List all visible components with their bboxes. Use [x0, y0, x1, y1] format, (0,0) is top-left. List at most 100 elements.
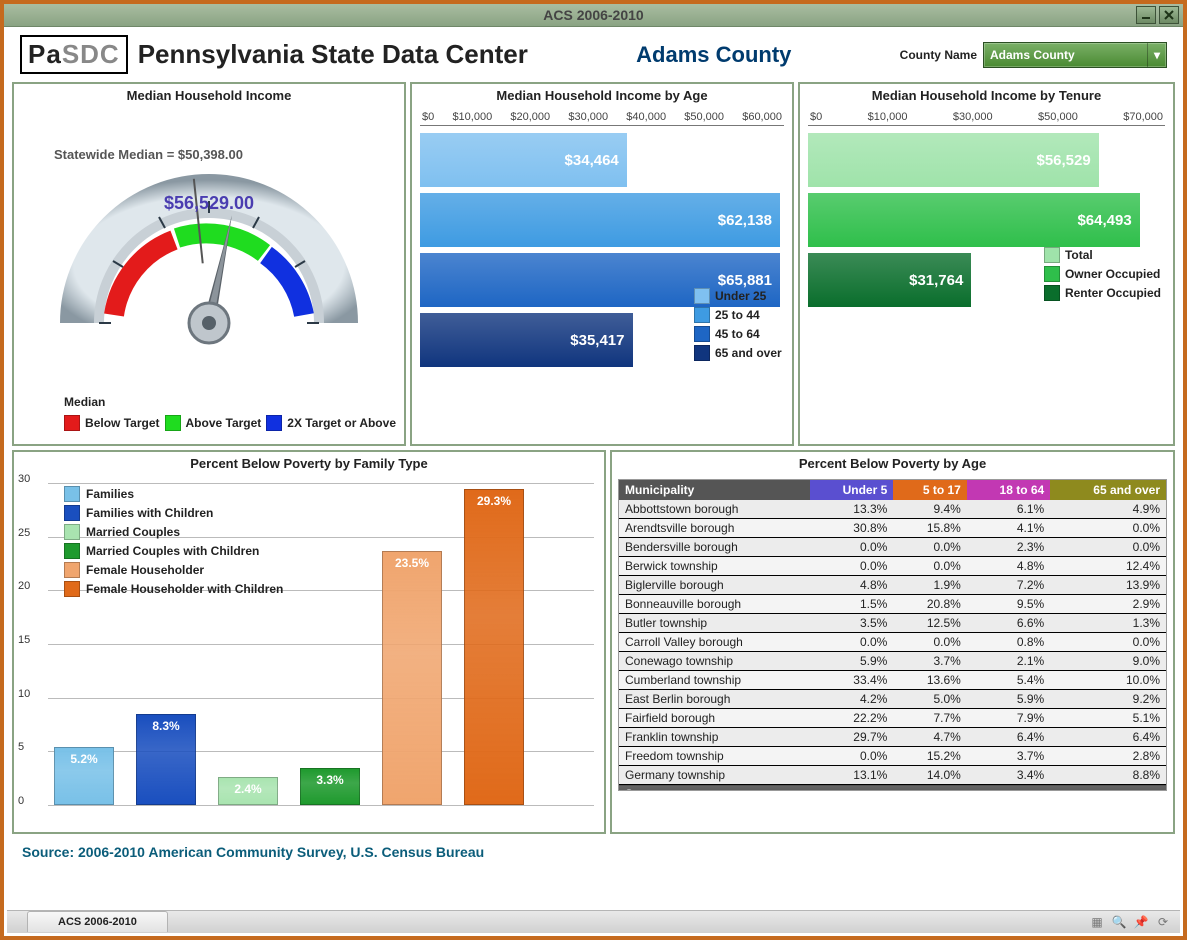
table-row[interactable]: Conewago township5.9%3.7%2.1%9.0% [619, 652, 1166, 671]
source-text: Source: 2006-2010 American Community Sur… [4, 834, 1183, 870]
row-1: Median Household Income Statewide Median… [4, 78, 1183, 446]
table-row[interactable]: Fairfield borough22.2%7.7%7.9%5.1% [619, 709, 1166, 728]
bar: 2.4% [218, 777, 278, 805]
bar-legend-item: Married Couples [64, 524, 283, 540]
y-axis-tick: 20 [18, 580, 30, 592]
poverty-family-legend: Families Families with Children Married Co… [64, 483, 283, 600]
window-title: ACS 2006-2010 [543, 7, 643, 23]
grid-icon[interactable]: ▦ [1090, 915, 1104, 929]
bar-legend-item: Female Householder with Children [64, 581, 283, 597]
refresh-icon[interactable]: ⟳ [1156, 915, 1170, 929]
table-row[interactable]: Freedom township0.0%15.2%3.7%2.8% [619, 747, 1166, 766]
table-row[interactable]: Berwick township0.0%0.0%4.8%12.4% [619, 557, 1166, 576]
gauge-legend: Median Below Target Above Target2X Target… [64, 392, 396, 437]
app-window: ACS 2006-2010 PaSDC Pennsylvania State D… [0, 0, 1187, 940]
table-row[interactable]: Biglerville borough4.8%1.9%7.2%13.9% [619, 576, 1166, 595]
table-header[interactable]: Municipality [619, 480, 810, 500]
bar: 5.2% [54, 747, 114, 805]
y-axis-tick: 15 [18, 634, 30, 646]
poverty-age-panel: Percent Below Poverty by Age Municipalit… [610, 450, 1175, 834]
table-row[interactable]: Abbottstown borough13.3%9.4%6.1%4.9% [619, 500, 1166, 519]
bar-legend-item: Female Householder [64, 562, 283, 578]
org-name: Pennsylvania State Data Center [138, 39, 528, 70]
logo-sdc: SDC [62, 39, 120, 69]
y-axis-tick: 30 [18, 473, 30, 485]
income-by-age-panel: Median Household Income by Age $0$10,000… [410, 82, 794, 446]
county-selected: Adams County [990, 48, 1075, 62]
minimize-button[interactable] [1136, 6, 1156, 24]
table-row[interactable]: Franklin township29.7%4.7%6.4%6.4% [619, 728, 1166, 747]
poverty-age-scroll[interactable]: MunicipalityUnder 55 to 1718 to 6465 and… [618, 479, 1167, 791]
gauge-panel: Median Household Income Statewide Median… [12, 82, 406, 446]
window-controls [1136, 6, 1179, 24]
hbar-legend-item: Total [1044, 247, 1161, 263]
gauge-legend-title: Median [64, 395, 396, 409]
income-tenure-axis: $0$10,000$30,000$50,000$70,000 [808, 111, 1165, 126]
bar: 29.3% [464, 489, 524, 805]
pin-icon[interactable]: 📌 [1134, 915, 1148, 929]
hbar-row: $56,529 [808, 130, 1165, 190]
summary-row[interactable]: Summary [619, 785, 1166, 792]
table-row[interactable]: Cumberland township33.4%13.6%5.4%10.0% [619, 671, 1166, 690]
poverty-family-panel: Percent Below Poverty by Family Type 051… [12, 450, 606, 834]
county-selector: County Name Adams County ▾ [900, 42, 1167, 68]
bar-legend-item: Families with Children [64, 505, 283, 521]
search-icon[interactable]: 🔍 [1112, 915, 1126, 929]
table-header[interactable]: Under 5 [810, 480, 893, 500]
gauge-legend-item: Below Target [64, 415, 159, 431]
gauge-svg [59, 143, 359, 363]
hbar-row: $34,464 [420, 130, 784, 190]
income-tenure-title: Median Household Income by Tenure [800, 84, 1173, 107]
gauge-statewide-label: Statewide Median = $50,398.00 [54, 147, 243, 162]
logo-pa: Pa [28, 39, 62, 69]
county-dropdown[interactable]: Adams County ▾ [983, 42, 1167, 68]
income-by-tenure-panel: Median Household Income by Tenure $0$10,… [798, 82, 1175, 446]
gauge-chart: Statewide Median = $50,398.00 $56,529.00 [14, 143, 404, 443]
table-row[interactable]: Arendtsville borough30.8%15.8%4.1%0.0% [619, 519, 1166, 538]
hbar-row: $62,138 [420, 190, 784, 250]
gauge-legend-item: 2X Target or Above [266, 415, 396, 431]
gauge-legend-item: Above Target [165, 415, 262, 431]
bar-legend-item: Families [64, 486, 283, 502]
table-row[interactable]: Butler township3.5%12.5%6.6%1.3% [619, 614, 1166, 633]
hbar-legend-item: 45 to 64 [694, 326, 782, 342]
hbar-legend-item: 65 and over [694, 345, 782, 361]
hbar-row: $64,493 [808, 190, 1165, 250]
chevron-down-icon: ▾ [1147, 43, 1160, 67]
gauge-title: Median Household Income [14, 84, 404, 107]
income-age-chart: $0$10,000$20,000$30,000$40,000$50,000$60… [412, 107, 792, 374]
county-title: Adams County [528, 42, 900, 68]
statusbar: ACS 2006-2010 ▦ 🔍 📌 ⟳ [7, 910, 1180, 933]
hbar-legend-item: Owner Occupied [1044, 266, 1161, 282]
poverty-age-title: Percent Below Poverty by Age [612, 452, 1173, 475]
table-header-row: MunicipalityUnder 55 to 1718 to 6465 and… [619, 480, 1166, 500]
income-tenure-legend: TotalOwner OccupiedRenter Occupied [1042, 242, 1163, 306]
table-row[interactable]: Germany township13.1%14.0%3.4%8.8% [619, 766, 1166, 785]
header: PaSDC Pennsylvania State Data Center Ada… [4, 27, 1183, 78]
y-axis-tick: 25 [18, 527, 30, 539]
table-row[interactable]: Bendersville borough0.0%0.0%2.3%0.0% [619, 538, 1166, 557]
bar: 23.5% [382, 551, 442, 805]
table-header[interactable]: 5 to 17 [893, 480, 967, 500]
y-axis-tick: 0 [18, 795, 24, 807]
logo: PaSDC [20, 35, 128, 74]
hbar-legend-item: Under 25 [694, 288, 782, 304]
bar-legend-item: Married Couples with Children [64, 543, 283, 559]
poverty-age-table-wrap: MunicipalityUnder 55 to 1718 to 6465 and… [612, 475, 1173, 832]
table-header[interactable]: 65 and over [1050, 480, 1166, 500]
table-row[interactable]: Carroll Valley borough0.0%0.0%0.8%0.0% [619, 633, 1166, 652]
status-tab[interactable]: ACS 2006-2010 [27, 911, 168, 932]
table-row[interactable]: Bonneauville borough1.5%20.8%9.5%2.9% [619, 595, 1166, 614]
poverty-family-chart: 051015202530 5.2%8.3%2.4%3.3%23.5%29.3% … [14, 475, 604, 819]
poverty-age-table: MunicipalityUnder 55 to 1718 to 6465 and… [619, 480, 1166, 791]
income-tenure-chart: $0$10,000$30,000$50,000$70,000 $56,529$6… [800, 107, 1173, 314]
close-button[interactable] [1159, 6, 1179, 24]
poverty-family-title: Percent Below Poverty by Family Type [14, 452, 604, 475]
income-age-title: Median Household Income by Age [412, 84, 792, 107]
row-2: Percent Below Poverty by Family Type 051… [4, 446, 1183, 834]
titlebar: ACS 2006-2010 [4, 4, 1183, 27]
table-header[interactable]: 18 to 64 [967, 480, 1050, 500]
gauge-value: $56,529.00 [14, 193, 404, 214]
income-age-axis: $0$10,000$20,000$30,000$40,000$50,000$60… [420, 111, 784, 126]
table-row[interactable]: East Berlin borough4.2%5.0%5.9%9.2% [619, 690, 1166, 709]
